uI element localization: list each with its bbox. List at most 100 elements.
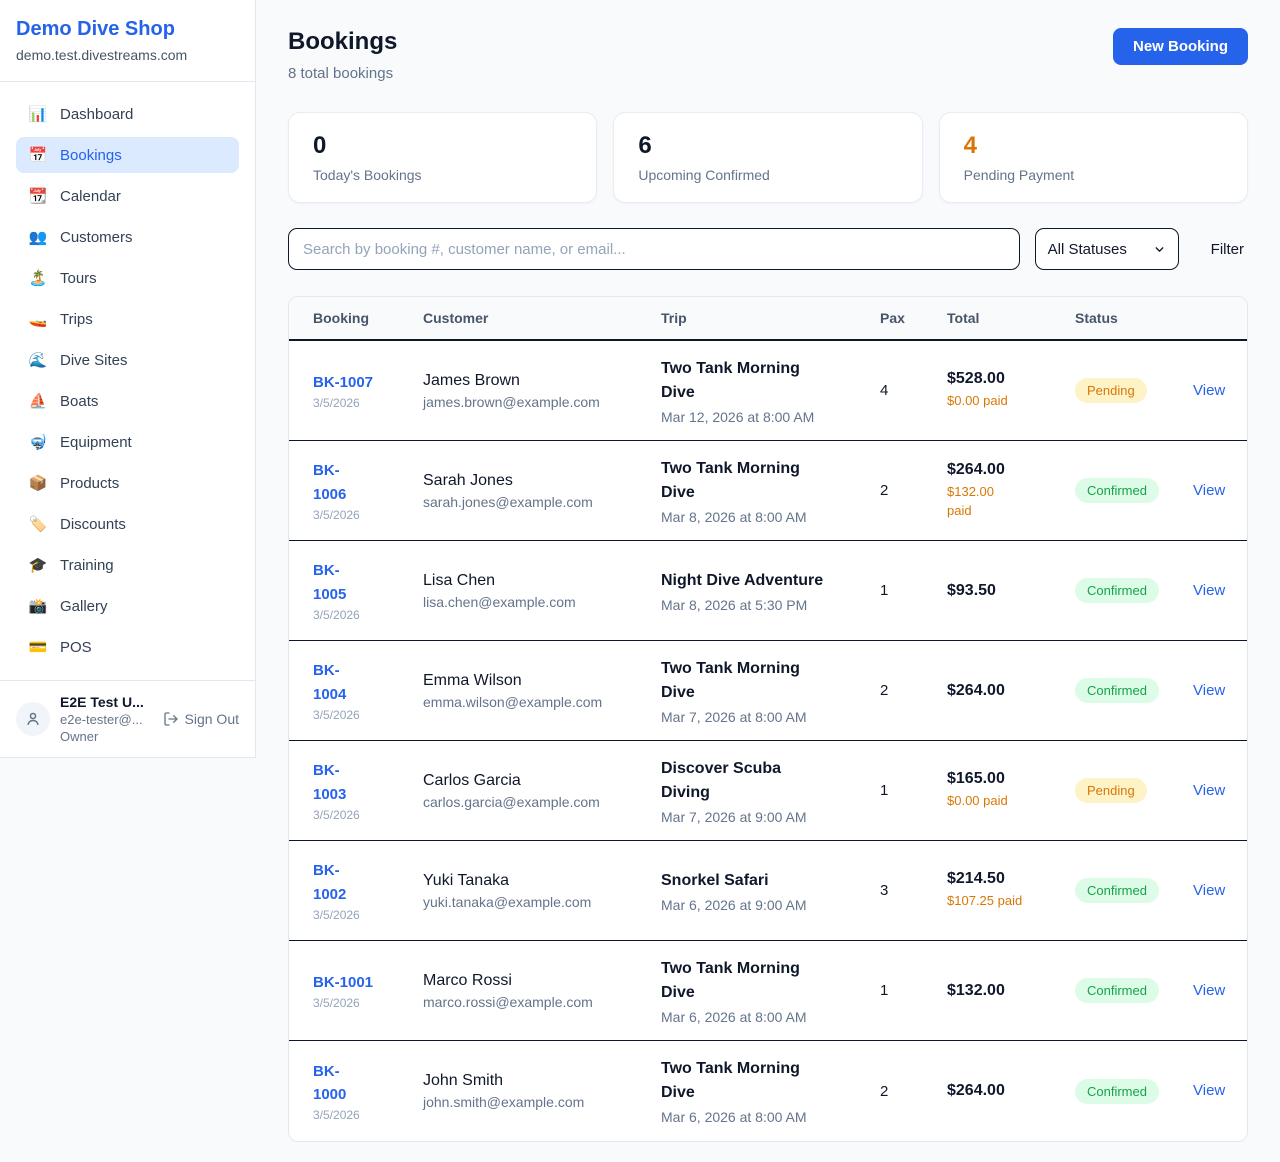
trip-name: Two Tank Morning Dive bbox=[661, 957, 866, 1005]
sidebar-item-customers[interactable]: 👥 Customers bbox=[16, 219, 239, 255]
sidebar-item-boats[interactable]: ⛵ Boats bbox=[16, 383, 239, 419]
sidebar-item-gallery[interactable]: 📸 Gallery bbox=[16, 588, 239, 624]
stat-value: 0 bbox=[313, 132, 572, 160]
stat-card-upcoming-confirmed: 6 Upcoming Confirmed bbox=[613, 112, 922, 203]
sidebar-item-pos[interactable]: 💳 POS bbox=[16, 629, 239, 665]
booking-link[interactable]: BK- 1005 bbox=[313, 559, 346, 606]
sidebar-item-products[interactable]: 📦 Products bbox=[16, 465, 239, 501]
status-badge: Pending bbox=[1075, 778, 1147, 803]
customer-cell: James Brown james.brown@example.com bbox=[423, 372, 661, 410]
sidebar-item-bookings[interactable]: 📅 Bookings bbox=[16, 137, 239, 173]
nav-label: Calendar bbox=[60, 188, 121, 205]
view-link[interactable]: View bbox=[1193, 982, 1225, 999]
sign-out-button[interactable]: Sign Out bbox=[163, 711, 239, 727]
booking-date: 3/5/2026 bbox=[313, 996, 409, 1010]
view-link[interactable]: View bbox=[1193, 882, 1225, 899]
nav-label: Equipment bbox=[60, 434, 132, 451]
sidebar-item-trips[interactable]: 🚤 Trips bbox=[16, 301, 239, 337]
trip-cell: Two Tank Morning Dive Mar 8, 2026 at 8:0… bbox=[661, 457, 880, 525]
booking-link[interactable]: BK- 1006 bbox=[313, 459, 346, 506]
sidebar-item-training[interactable]: 🎓 Training bbox=[16, 547, 239, 583]
user-info: E2E Test U... e2e-tester@... Owner bbox=[60, 694, 144, 744]
customer-email: yuki.tanaka@example.com bbox=[423, 894, 647, 910]
customer-name: Emma Wilson bbox=[423, 672, 647, 690]
sidebar-item-equipment[interactable]: 🤿 Equipment bbox=[16, 424, 239, 460]
column-header-pax: Pax bbox=[880, 310, 947, 326]
sidebar-item-discounts[interactable]: 🏷️ Discounts bbox=[16, 506, 239, 542]
user-name: E2E Test U... bbox=[60, 694, 144, 710]
sidebar-item-calendar[interactable]: 📆 Calendar bbox=[16, 178, 239, 214]
paid-amount: $132.00 paid bbox=[947, 483, 1061, 519]
view-link[interactable]: View bbox=[1193, 582, 1225, 599]
user-role: Owner bbox=[60, 729, 144, 744]
nav-label: Gallery bbox=[60, 598, 108, 615]
shop-domain: demo.test.divestreams.com bbox=[16, 47, 239, 63]
booking-link[interactable]: BK- 1004 bbox=[313, 659, 346, 706]
booking-cell: BK- 1000 3/5/2026 bbox=[313, 1060, 423, 1123]
table-row: BK- 1002 3/5/2026 Yuki Tanaka yuki.tanak… bbox=[289, 841, 1247, 941]
column-header-customer: Customer bbox=[423, 310, 661, 326]
view-link[interactable]: View bbox=[1193, 782, 1225, 799]
search-input[interactable] bbox=[288, 228, 1020, 270]
pax-value: 1 bbox=[880, 982, 947, 999]
sign-out-icon bbox=[163, 711, 179, 727]
app-window: Demo Dive Shop demo.test.divestreams.com… bbox=[0, 0, 1280, 1162]
booking-cell: BK-1007 3/5/2026 bbox=[313, 371, 423, 410]
table-row: BK- 1006 3/5/2026 Sarah Jones sarah.jone… bbox=[289, 441, 1247, 541]
calendar-icon: 📆 bbox=[28, 187, 48, 205]
trip-datetime: Mar 6, 2026 at 8:00 AM bbox=[661, 1109, 866, 1125]
view-link[interactable]: View bbox=[1193, 1082, 1225, 1099]
customer-email: lisa.chen@example.com bbox=[423, 594, 647, 610]
column-header-trip: Trip bbox=[661, 310, 880, 326]
bookings-icon: 📅 bbox=[28, 146, 48, 164]
bookings-table: Booking Customer Trip Pax Total Status B… bbox=[288, 296, 1248, 1142]
filter-row: All Statuses Filter bbox=[288, 228, 1248, 270]
booking-cell: BK- 1002 3/5/2026 bbox=[313, 859, 423, 922]
equipment-icon: 🤿 bbox=[28, 433, 48, 451]
nav-label: Trips bbox=[60, 311, 93, 328]
table-header-row: Booking Customer Trip Pax Total Status bbox=[289, 297, 1247, 341]
new-booking-button[interactable]: New Booking bbox=[1113, 28, 1248, 65]
customer-cell: Lisa Chen lisa.chen@example.com bbox=[423, 572, 661, 610]
customer-name: Marco Rossi bbox=[423, 972, 647, 990]
status-cell: Confirmed bbox=[1075, 978, 1193, 1003]
total-cell: $264.00 bbox=[947, 682, 1075, 700]
actions-cell: View bbox=[1193, 382, 1239, 400]
trip-cell: Two Tank Morning Dive Mar 6, 2026 at 8:0… bbox=[661, 1057, 880, 1125]
table-row: BK- 1004 3/5/2026 Emma Wilson emma.wilso… bbox=[289, 641, 1247, 741]
booking-date: 3/5/2026 bbox=[313, 1108, 409, 1122]
nav-label: Dashboard bbox=[60, 106, 133, 123]
booking-date: 3/5/2026 bbox=[313, 908, 409, 922]
sidebar-item-tours[interactable]: 🏝️ Tours bbox=[16, 260, 239, 296]
nav-label: Tours bbox=[60, 270, 97, 287]
view-link[interactable]: View bbox=[1193, 682, 1225, 699]
booking-link[interactable]: BK-1001 bbox=[313, 971, 373, 994]
pax-value: 4 bbox=[880, 382, 947, 399]
stat-card-today-s-bookings: 0 Today's Bookings bbox=[288, 112, 597, 203]
sidebar-user-footer: E2E Test U... e2e-tester@... Owner Sign … bbox=[0, 680, 255, 757]
status-badge: Pending bbox=[1075, 378, 1147, 403]
booking-link[interactable]: BK-1007 bbox=[313, 371, 373, 394]
sidebar-item-dashboard[interactable]: 📊 Dashboard bbox=[16, 96, 239, 132]
status-cell: Confirmed bbox=[1075, 878, 1193, 903]
actions-cell: View bbox=[1193, 682, 1239, 700]
view-link[interactable]: View bbox=[1193, 482, 1225, 499]
booking-link[interactable]: BK- 1000 bbox=[313, 1060, 346, 1107]
view-link[interactable]: View bbox=[1193, 382, 1225, 399]
paid-amount: $0.00 paid bbox=[947, 392, 1061, 410]
pos-icon: 💳 bbox=[28, 638, 48, 656]
status-filter-select[interactable]: All Statuses bbox=[1035, 228, 1179, 270]
filter-button[interactable]: Filter bbox=[1211, 241, 1244, 258]
nav-label: POS bbox=[60, 639, 92, 656]
booking-link[interactable]: BK- 1002 bbox=[313, 859, 346, 906]
table-row: BK- 1003 3/5/2026 Carlos Garcia carlos.g… bbox=[289, 741, 1247, 841]
customer-name: Lisa Chen bbox=[423, 572, 647, 590]
total-amount: $264.00 bbox=[947, 1082, 1061, 1100]
booking-date: 3/5/2026 bbox=[313, 808, 409, 822]
customer-cell: Marco Rossi marco.rossi@example.com bbox=[423, 972, 661, 1010]
sidebar-nav: 📊 Dashboard 📅 Bookings 📆 Calendar 👥 Cust… bbox=[0, 82, 255, 680]
sidebar-item-dive-sites[interactable]: 🌊 Dive Sites bbox=[16, 342, 239, 378]
booking-link[interactable]: BK- 1003 bbox=[313, 759, 346, 806]
trip-name: Two Tank Morning Dive bbox=[661, 1057, 866, 1105]
trip-datetime: Mar 7, 2026 at 9:00 AM bbox=[661, 809, 866, 825]
